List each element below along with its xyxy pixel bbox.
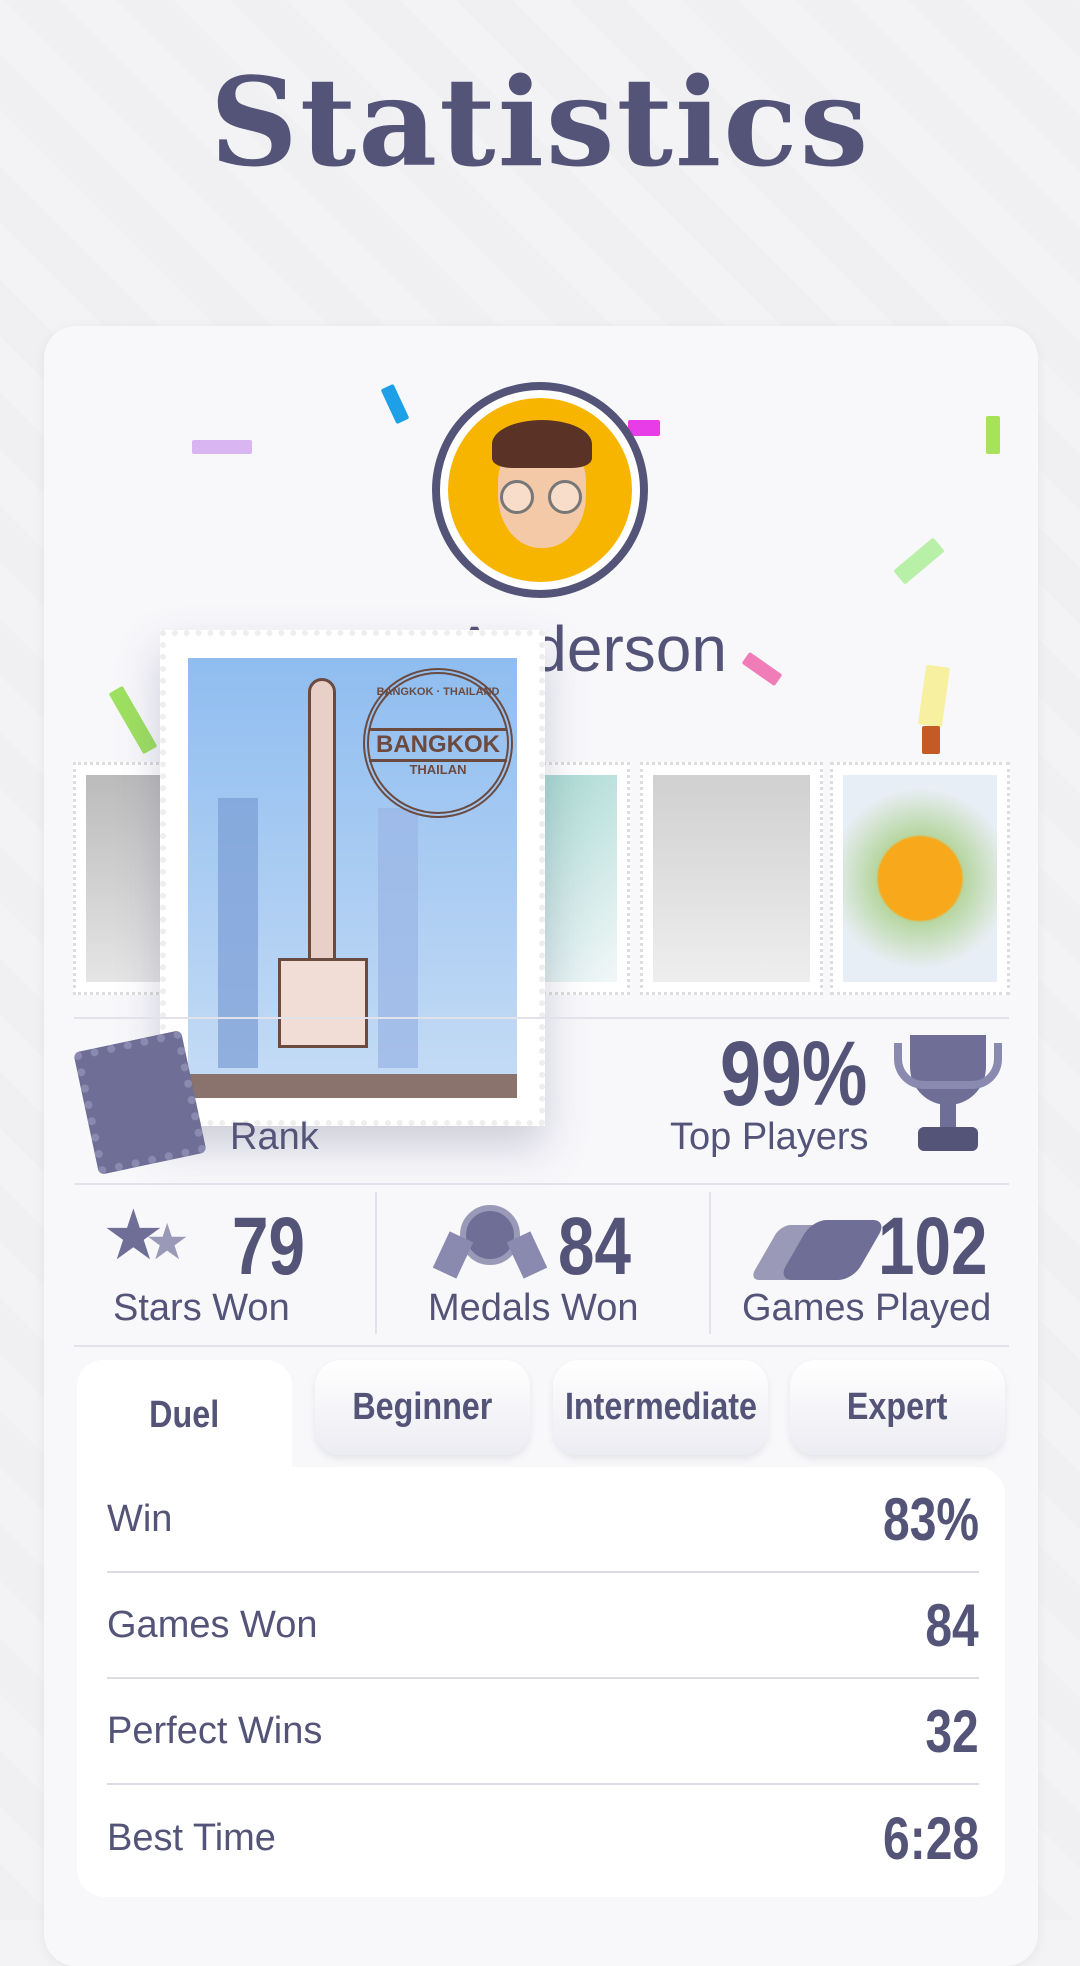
divider (74, 1183, 1009, 1185)
games-played-label: Games Played (742, 1287, 992, 1329)
divider (74, 1017, 1009, 1019)
postmark-country: THAILAN (409, 762, 467, 777)
avatar[interactable] (432, 382, 648, 598)
rank-label: Rank (230, 1116, 319, 1158)
games-played-value: 102 (878, 1201, 988, 1292)
confetti (986, 416, 1000, 454)
postmark-city: BANGKOK (369, 728, 507, 762)
stat-label: Games Won (107, 1603, 318, 1646)
top-players-label: Top Players (670, 1116, 869, 1158)
medals-won-label: Medals Won (428, 1287, 639, 1329)
stat-value: 6:28 (882, 1804, 979, 1872)
tab-label: Beginner (352, 1386, 493, 1428)
postmark: BANGKOK · THAILAND BANGKOK THAILAN (363, 668, 513, 818)
tab-label: Expert (847, 1386, 948, 1428)
stars-won-value: 79 (232, 1201, 305, 1292)
stat-value: 83% (882, 1485, 979, 1553)
stat-label: Perfect Wins (107, 1709, 323, 1752)
tab-label: Duel (149, 1393, 220, 1436)
stats-panel: Win 83% Games Won 84 Perfect Wins 32 Best T… (77, 1467, 1005, 1897)
medal-icon (432, 1205, 548, 1285)
stat-value: 84 (925, 1591, 979, 1659)
avatar-face-icon (448, 398, 632, 582)
tab-expert[interactable]: Expert (790, 1360, 1005, 1455)
cards-icon (749, 1215, 888, 1285)
bangkok-monument-image: BANGKOK · THAILAND BANGKOK THAILAN (188, 658, 517, 1098)
stat-row-perfect-wins: Perfect Wins 32 (107, 1679, 979, 1785)
stat-row-best-time: Best Time 6:28 (107, 1785, 979, 1891)
trophy-icon (888, 1035, 1008, 1155)
stat-label: Best Time (107, 1816, 276, 1859)
divider (709, 1192, 711, 1334)
top-percent: 99% (720, 1023, 868, 1125)
divider (375, 1192, 377, 1334)
page-title: Statistics (209, 50, 871, 194)
confetti (628, 420, 660, 436)
tab-label: Intermediate (564, 1386, 757, 1428)
stat-value: 32 (925, 1697, 979, 1765)
medals-won-value: 84 (558, 1201, 631, 1292)
tab-intermediate[interactable]: Intermediate (553, 1360, 768, 1455)
tab-beginner[interactable]: Beginner (315, 1360, 530, 1455)
confetti (192, 440, 252, 454)
stamp-collection-item[interactable] (640, 762, 823, 995)
stars-icon: ★★ (102, 1196, 190, 1274)
stamp-collection-item[interactable] (830, 762, 1010, 995)
confetti (922, 726, 940, 754)
stat-label: Win (107, 1497, 173, 1540)
divider (74, 1345, 1009, 1347)
postmark-ring-text: BANGKOK · THAILAND (376, 686, 500, 698)
stars-won-label: Stars Won (113, 1287, 290, 1329)
stat-row-win: Win 83% (107, 1467, 979, 1573)
tab-duel[interactable]: Duel (77, 1360, 292, 1470)
stat-row-games-won: Games Won 84 (107, 1573, 979, 1679)
featured-stamp[interactable]: BANGKOK · THAILAND BANGKOK THAILAN (160, 630, 545, 1126)
